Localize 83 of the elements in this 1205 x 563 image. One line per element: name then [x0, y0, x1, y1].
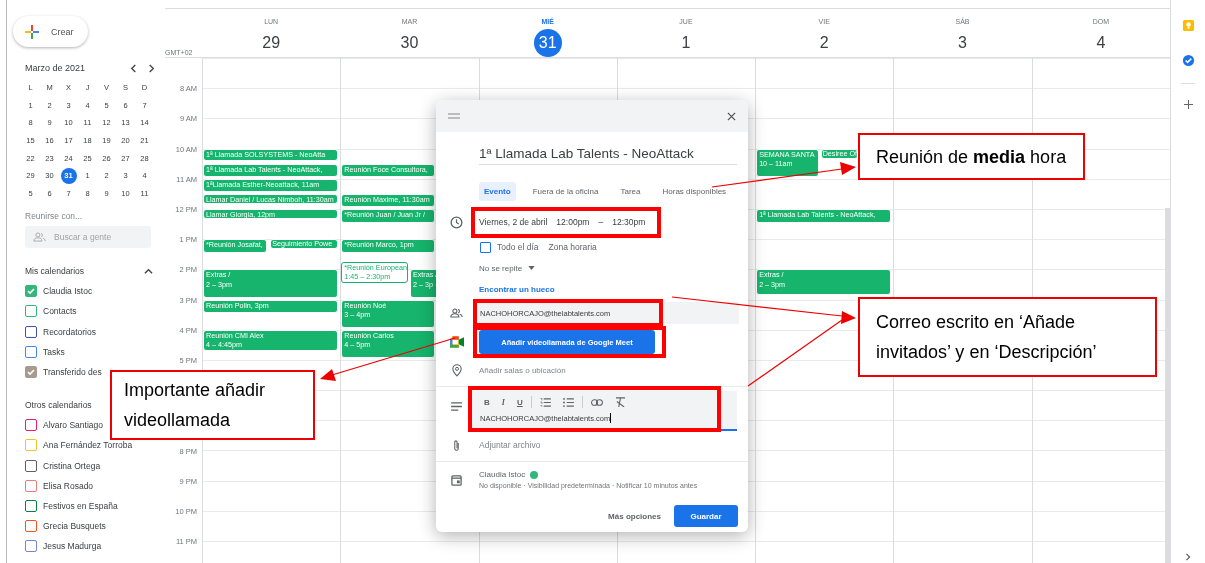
day-number[interactable]: 2 — [810, 29, 839, 57]
checkbox[interactable] — [25, 459, 37, 472]
checkbox[interactable] — [25, 366, 37, 378]
chevron-right-icon[interactable] — [1184, 553, 1192, 561]
section-title: Reunirse con... — [25, 211, 84, 222]
month-title: Marzo de 2021 — [25, 63, 87, 73]
calendar-name[interactable]: Claudia Istoc — [479, 470, 526, 479]
close-icon[interactable] — [727, 111, 736, 121]
checkbox[interactable] — [25, 285, 37, 298]
checkbox[interactable] — [25, 479, 37, 492]
calendar-name: Alvaro Santiago — [43, 420, 103, 431]
checkbox[interactable] — [25, 499, 37, 512]
day-number[interactable]: 31 — [533, 29, 562, 57]
format-button[interactable]: U — [516, 397, 523, 407]
notes-icon — [451, 402, 462, 411]
tab[interactable]: Fuera de la oficina — [527, 181, 604, 201]
calendar-name: Jesus Madurga — [43, 541, 102, 552]
calendar-name: Recordatorios — [43, 326, 96, 337]
calendar-name: Transferido des — [43, 367, 102, 377]
checkbox[interactable] — [25, 325, 37, 338]
start-time-field[interactable]: 12:00pm — [556, 217, 590, 227]
time-separator: – — [598, 217, 604, 227]
caret-icon — [528, 266, 536, 270]
attach-file-link[interactable]: Adjuntar archivo — [479, 440, 541, 450]
checkbox[interactable] — [25, 540, 37, 553]
format-button[interactable]: I — [501, 397, 505, 407]
clock-icon — [450, 215, 463, 229]
section-title: Otros calendarios — [25, 400, 92, 411]
link-icon[interactable] — [590, 398, 603, 406]
callout-note: Reunión de media hora — [858, 133, 1085, 180]
day-number[interactable]: 1 — [672, 29, 700, 57]
scrollbar[interactable] — [1165, 208, 1170, 563]
checkbox-label: Todo el día — [497, 242, 539, 252]
tab[interactable]: Horas disponibles — [657, 181, 732, 201]
checkbox[interactable] — [25, 520, 37, 533]
calendar-name: Ana Fernández Torroba — [43, 440, 133, 451]
bulleted-list-icon[interactable] — [562, 397, 574, 407]
section-title: Mis calendarios — [25, 266, 85, 277]
location-pin-icon — [451, 363, 462, 377]
chevron-up-icon[interactable] — [144, 266, 153, 276]
callout-note: Correo escrito en ‘Añade invitados’ y en ‘Descripción’ — [858, 297, 1157, 377]
calendar-name: Claudia Istoc — [43, 286, 93, 297]
repeat-dropdown[interactable]: No se repite — [479, 263, 536, 273]
day-number[interactable]: 29 — [257, 29, 286, 57]
day-number[interactable]: 3 — [948, 29, 977, 57]
numbered-list-icon[interactable] — [539, 397, 551, 407]
add-icon[interactable] — [1183, 100, 1193, 109]
video-camera-icon — [449, 336, 464, 348]
people-icon — [33, 232, 46, 243]
save-button[interactable]: Guardar — [674, 505, 738, 527]
calendar-icon — [451, 473, 462, 486]
format-button[interactable]: B — [484, 397, 490, 407]
paperclip-icon — [453, 438, 460, 452]
date-field[interactable]: Viernes, 2 de abril — [479, 217, 548, 227]
checkbox[interactable] — [480, 241, 491, 253]
more-options-button[interactable]: Más opciones — [604, 505, 665, 527]
checkbox[interactable] — [25, 419, 37, 432]
time-zone-link[interactable]: Zona horaria — [548, 242, 597, 252]
chevron-right-icon[interactable] — [147, 63, 156, 73]
callout-note: Importante añadir videollamada — [110, 370, 315, 440]
checkbox[interactable] — [25, 305, 37, 318]
calendar-name: Tasks — [43, 346, 65, 357]
chevron-left-icon[interactable] — [129, 63, 138, 73]
day-number[interactable]: 30 — [395, 29, 424, 57]
calendar-name: Elisa Rosado — [43, 480, 94, 491]
tab[interactable]: Evento — [479, 181, 516, 201]
plus-icon — [23, 22, 41, 41]
location-field[interactable]: Añadir salas o ubicación — [479, 365, 729, 375]
calendar-name: Grecia Busquets — [43, 521, 106, 532]
create-button[interactable]: Crear — [13, 16, 88, 47]
end-time-field[interactable]: 12:30pm — [612, 217, 646, 227]
calendar-name: Cristina Ortega — [43, 460, 101, 471]
calendar-name: Contacts — [43, 306, 77, 317]
find-time-link[interactable]: Encontrar un hueco — [479, 284, 555, 294]
drag-handle-icon[interactable] — [448, 113, 460, 119]
title-field[interactable]: 1ª Llamada Lab Talents - NeoAttack — [479, 145, 737, 165]
calendar-name: Festivos en España — [43, 500, 118, 511]
clear-format-icon[interactable] — [614, 397, 626, 407]
checkbox[interactable] — [25, 345, 37, 358]
people-icon — [450, 308, 463, 318]
check-circle-icon[interactable] — [1181, 54, 1195, 67]
tab[interactable]: Tarea — [615, 181, 646, 201]
day-number[interactable]: 4 — [1086, 29, 1115, 57]
